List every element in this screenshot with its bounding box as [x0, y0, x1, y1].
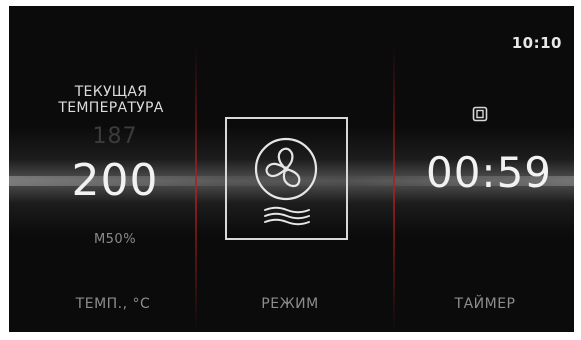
current-temperature-label: ТЕКУЩАЯ ТЕМПЕРАТУРА — [56, 84, 166, 116]
fan-convection-icon — [254, 137, 318, 226]
current-temperature-value: 187 — [92, 124, 138, 149]
timer-button[interactable]: ТАЙМЕР — [440, 296, 530, 312]
mode-label[interactable]: РЕЖИМ — [250, 296, 330, 312]
temperature-button[interactable]: ТЕМП., °C — [58, 296, 168, 312]
label-line-2: ТЕМПЕРАТУРА — [58, 100, 164, 116]
mode-code: M50% — [93, 232, 137, 247]
timer-value[interactable]: 00:59 — [414, 148, 564, 197]
set-temperature-value[interactable]: 200 — [60, 155, 170, 206]
clock: 10:10 — [511, 34, 562, 52]
label-line-1: ТЕКУЩАЯ — [74, 84, 148, 100]
divider-right — [393, 46, 395, 332]
mode-button[interactable] — [225, 117, 348, 240]
lock-icon[interactable] — [472, 106, 488, 122]
divider-left — [195, 46, 197, 332]
